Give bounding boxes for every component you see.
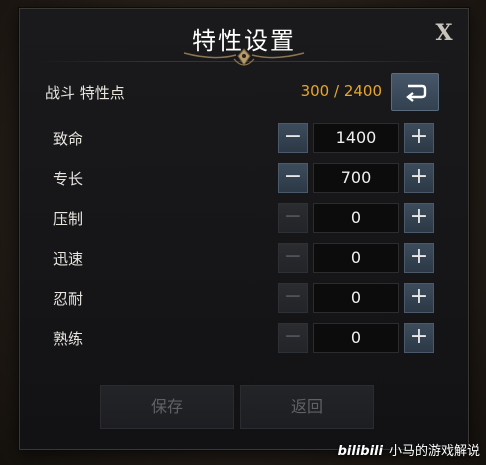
stat-value-field[interactable]: 700 <box>313 163 399 193</box>
stat-row-expertise: 熟练 − 0 + <box>20 321 468 355</box>
decrease-button[interactable]: − <box>278 203 308 233</box>
decrease-button[interactable]: − <box>278 283 308 313</box>
combat-points-value: 300 / 2400 <box>300 82 382 100</box>
quantity-stepper: − 0 + <box>278 243 436 273</box>
increase-button[interactable]: + <box>404 203 434 233</box>
increase-button[interactable]: + <box>404 123 434 153</box>
quantity-stepper: − 1400 + <box>278 123 436 153</box>
quantity-stepper: − 0 + <box>278 283 436 313</box>
quantity-stepper: − 0 + <box>278 203 436 233</box>
stat-label: 专长 <box>53 170 84 188</box>
quantity-stepper: − 700 + <box>278 163 436 193</box>
stat-row-critical: 致命 − 1400 + <box>20 121 468 155</box>
stat-row-endurance: 忍耐 − 0 + <box>20 281 468 315</box>
ornament-icon <box>183 48 305 66</box>
decrease-button[interactable]: − <box>278 123 308 153</box>
decrease-button[interactable]: − <box>278 323 308 353</box>
stat-label: 迅速 <box>53 250 84 268</box>
increase-button[interactable]: + <box>404 283 434 313</box>
decrease-button[interactable]: − <box>278 163 308 193</box>
stat-label: 忍耐 <box>53 290 84 308</box>
quantity-stepper: − 0 + <box>278 323 436 353</box>
combat-points-label: 战斗 特性点 <box>45 84 125 102</box>
stat-label: 熟练 <box>53 330 84 348</box>
close-button[interactable]: X <box>430 19 458 47</box>
stat-label: 压制 <box>53 210 84 228</box>
stat-value-field[interactable]: 0 <box>313 243 399 273</box>
stat-value-field[interactable]: 0 <box>313 203 399 233</box>
stat-value-field[interactable]: 0 <box>313 323 399 353</box>
stat-row-specialization: 专长 − 700 + <box>20 161 468 195</box>
stat-value-field[interactable]: 0 <box>313 283 399 313</box>
save-button[interactable]: 保存 <box>100 385 234 429</box>
increase-button[interactable]: + <box>404 323 434 353</box>
stat-row-swiftness: 迅速 − 0 + <box>20 241 468 275</box>
watermark: bilibili 小马的游戏解说 <box>338 441 480 463</box>
reset-button[interactable] <box>391 73 439 111</box>
return-arrow-icon <box>406 84 427 102</box>
stat-value-field[interactable]: 1400 <box>313 123 399 153</box>
bilibili-logo: bilibili <box>337 444 383 459</box>
increase-button[interactable]: + <box>404 243 434 273</box>
watermark-text: 小马的游戏解说 <box>388 444 480 459</box>
trait-settings-dialog: 特性设置 X 战斗 特性点 300 / 2400 致命 − 1400 + 专长 … <box>19 8 469 450</box>
decrease-button[interactable]: − <box>278 243 308 273</box>
increase-button[interactable]: + <box>404 163 434 193</box>
stat-row-domination: 压制 − 0 + <box>20 201 468 235</box>
back-button[interactable]: 返回 <box>240 385 374 429</box>
stat-label: 致命 <box>53 130 84 148</box>
